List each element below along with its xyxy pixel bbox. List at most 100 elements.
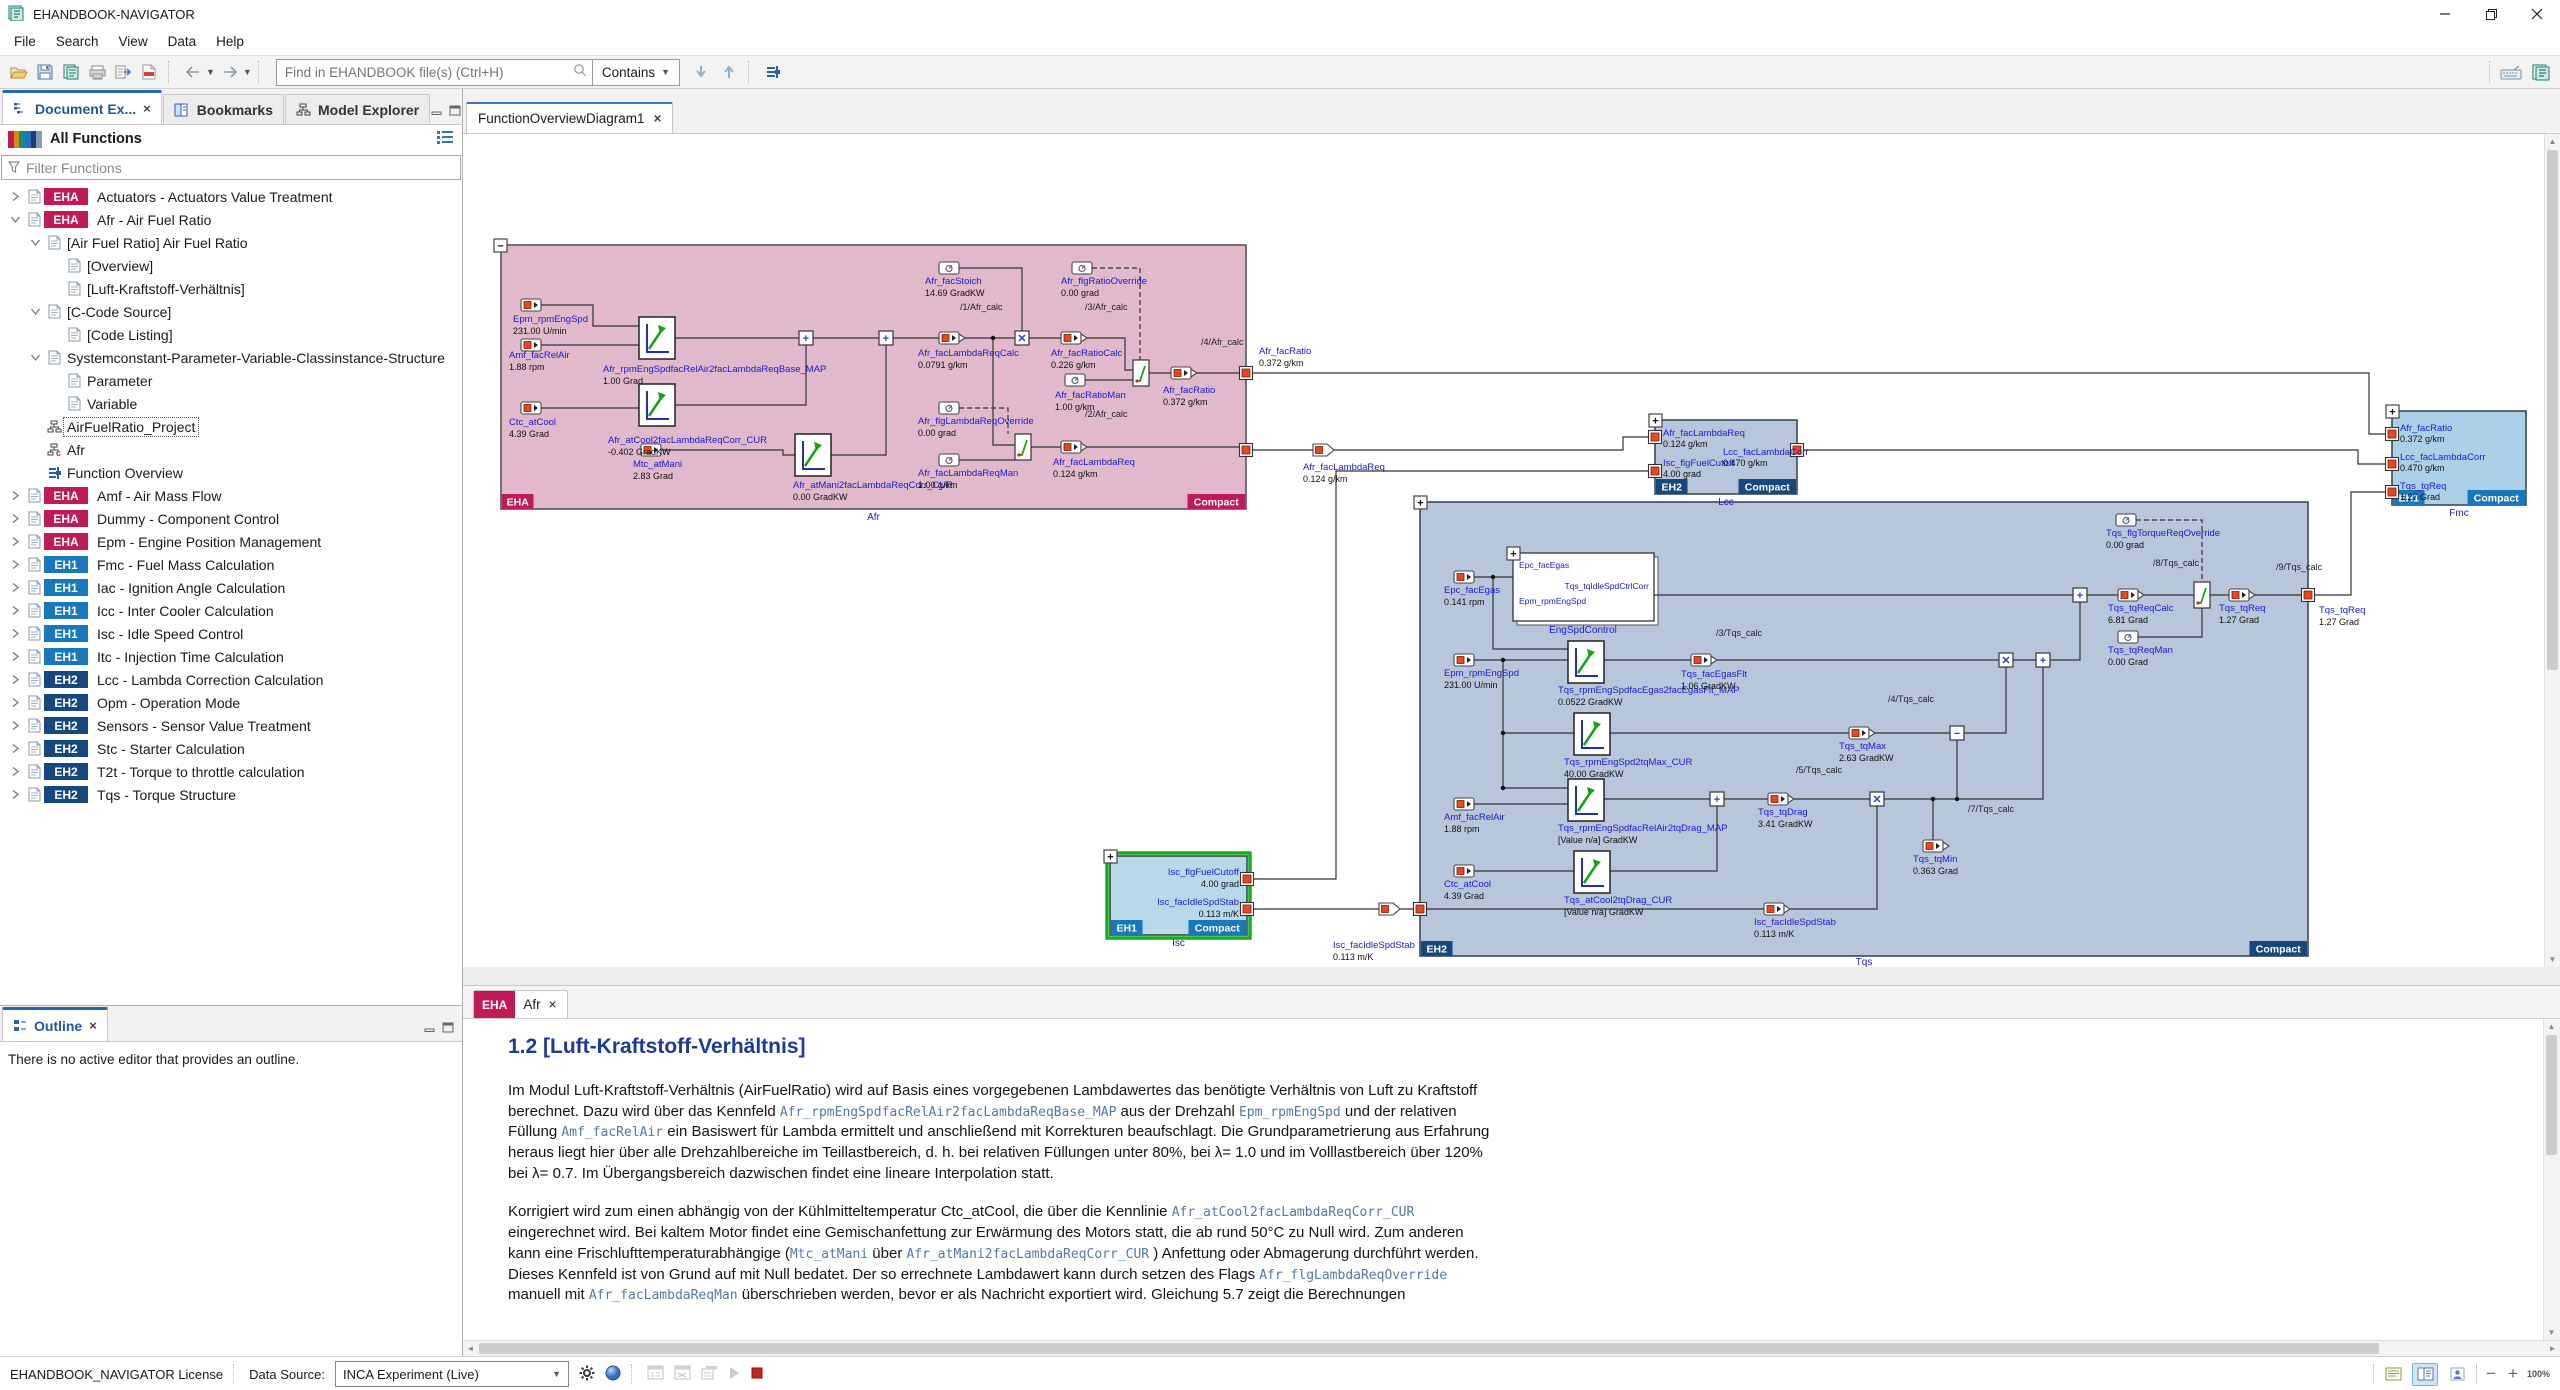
chevron-right-icon[interactable]	[6, 191, 25, 202]
block-edge-port[interactable]	[2386, 428, 2399, 441]
function-overview-icon[interactable]	[760, 59, 786, 85]
code-reference[interactable]: Afr_atCool2facLambdaReqCorr_CUR	[1172, 1205, 1415, 1220]
map-block-icon[interactable]	[1568, 641, 1604, 683]
constant-icon[interactable]	[1072, 262, 1092, 274]
tree-item[interactable]: EHAAfr - Air Fuel Ratio	[0, 208, 462, 231]
scroll-up-icon[interactable]: ▲	[2544, 1019, 2559, 1034]
scroll-down-icon[interactable]: ▼	[2544, 1325, 2559, 1340]
block-edge-port[interactable]	[2386, 486, 2399, 499]
chevron-right-icon[interactable]	[6, 720, 25, 731]
gear-icon[interactable]	[579, 1365, 595, 1384]
operator-subtract-icon[interactable]: −	[1950, 726, 1964, 740]
tree-item[interactable]: [C-Code Source]	[0, 300, 462, 323]
tab-model-explorer[interactable]: Model Explorer	[285, 94, 430, 124]
expand-icon[interactable]: +	[1507, 547, 1520, 561]
tree-item[interactable]: EH1Isc - Idle Speed Control	[0, 622, 462, 645]
close-icon[interactable]: ×	[89, 1018, 97, 1033]
chevron-down-icon[interactable]	[26, 307, 45, 316]
tree-item[interactable]: EH2T2t - Torque to throttle calculation	[0, 760, 462, 783]
tree-item[interactable]: [Overview]	[0, 254, 462, 277]
code-reference[interactable]: Mtc_atMani	[790, 1247, 868, 1262]
map-block-icon[interactable]	[1574, 851, 1610, 893]
person-view-button[interactable]	[2444, 1363, 2470, 1386]
chevron-down-icon[interactable]	[26, 353, 45, 362]
input-port-icon[interactable]	[1454, 571, 1474, 583]
chevron-right-icon[interactable]	[6, 766, 25, 777]
operator-add-icon[interactable]: +	[1710, 792, 1724, 806]
zoom-level[interactable]: 100%	[2527, 1370, 2550, 1378]
down-arrow-icon[interactable]	[688, 59, 714, 85]
tree-item[interactable]: Parameter	[0, 369, 462, 392]
input-port-icon[interactable]	[1454, 654, 1474, 666]
document-vertical-scrollbar[interactable]: ▲ ▼	[2543, 1019, 2560, 1340]
switch-block-icon[interactable]	[1133, 360, 1149, 386]
operator-multiply-icon[interactable]: ✕	[1015, 331, 1029, 345]
back-history-caret[interactable]: ▼	[206, 67, 215, 77]
input-port-icon[interactable]	[1454, 798, 1474, 810]
code-reference[interactable]: Afr_flgLambdaReqOverride	[1259, 1268, 1447, 1283]
tree-item[interactable]: EH1Icc - Inter Cooler Calculation	[0, 599, 462, 622]
input-port-icon[interactable]	[1454, 865, 1474, 877]
operator-multiply-icon[interactable]: ✕	[1870, 792, 1884, 806]
tab-bookmarks[interactable]: Bookmarks	[163, 94, 284, 124]
map-block-icon[interactable]	[639, 317, 675, 359]
block-edge-port[interactable]	[1240, 367, 1253, 380]
constant-icon[interactable]	[2118, 631, 2138, 643]
tree-item[interactable]: EH2Tqs - Torque Structure	[0, 783, 462, 806]
tree-item[interactable]: EH2Lcc - Lambda Correction Calculation	[0, 668, 462, 691]
code-reference[interactable]: Epm_rpmEngSpd	[1239, 1105, 1341, 1120]
view-menu-icon[interactable]	[436, 130, 454, 148]
constant-icon[interactable]	[939, 262, 959, 274]
tree-item[interactable]: EH2Sensors - Sensor Value Treatment	[0, 714, 462, 737]
map-block-icon[interactable]	[795, 434, 831, 476]
pdf-export-icon[interactable]	[136, 59, 162, 85]
experiment-window-icon[interactable]	[701, 1365, 718, 1383]
tree-item[interactable]: EH2Opm - Operation Mode	[0, 691, 462, 714]
block-edge-port[interactable]	[2386, 458, 2399, 471]
code-reference[interactable]: Afr_facLambdaReqMan	[589, 1288, 738, 1303]
data-source-dropdown[interactable]: INCA Experiment (Live) ▼	[335, 1361, 569, 1387]
zoom-out-button[interactable]: −	[2483, 1364, 2499, 1384]
switch-block-icon[interactable]	[2194, 582, 2210, 608]
switch-block-icon[interactable]	[1015, 434, 1031, 460]
tree-item[interactable]: Variable	[0, 392, 462, 415]
forward-history-caret[interactable]: ▼	[243, 67, 252, 77]
tree-item[interactable]: EHAActuators - Actuators Value Treatment	[0, 185, 462, 208]
save-icon[interactable]	[32, 59, 58, 85]
globe-icon[interactable]	[605, 1365, 621, 1384]
input-port-icon[interactable]	[521, 402, 541, 414]
tab-outline[interactable]: Outline ×	[2, 1007, 108, 1041]
operator-add-icon[interactable]: +	[2036, 653, 2050, 667]
expand-icon[interactable]: +	[2386, 405, 2399, 419]
wire-port-icon[interactable]	[1379, 903, 1400, 915]
code-reference[interactable]: Amf_facRelAir	[561, 1125, 663, 1140]
operator-multiply-icon[interactable]: ✕	[1999, 653, 2013, 667]
tree-item[interactable]: EHADummy - Component Control	[0, 507, 462, 530]
menu-help[interactable]: Help	[206, 31, 254, 52]
tab-afr-document[interactable]: EHA Afr ×	[473, 990, 568, 1018]
code-reference[interactable]: Afr_rpmEngSpdfacRelAir2facLambdaReqBase_…	[780, 1105, 1117, 1120]
chevron-right-icon[interactable]	[6, 513, 25, 524]
book-view-button[interactable]	[2412, 1363, 2438, 1386]
tree-item[interactable]: EH1Iac - Ignition Angle Calculation	[0, 576, 462, 599]
collapse-icon[interactable]: −	[494, 239, 507, 253]
input-port-icon[interactable]	[521, 299, 541, 311]
match-mode-dropdown[interactable]: Contains ▼	[592, 60, 679, 85]
tree-item[interactable]: cAfr	[0, 438, 462, 461]
operator-add-icon[interactable]: +	[879, 331, 893, 345]
chevron-right-icon[interactable]	[6, 789, 25, 800]
tree-item[interactable]: EH1Itc - Injection Time Calculation	[0, 645, 462, 668]
document-horizontal-scrollbar[interactable]: ◄ ►	[463, 1340, 2560, 1356]
chevron-down-icon[interactable]	[26, 238, 45, 247]
open-book-icon[interactable]	[58, 59, 84, 85]
search-icon[interactable]	[568, 63, 592, 82]
tree-item[interactable]: EH1Fmc - Fuel Mass Calculation	[0, 553, 462, 576]
wire-port-icon[interactable]	[1313, 444, 1334, 456]
operator-add-icon[interactable]: +	[799, 331, 813, 345]
up-arrow-icon[interactable]	[716, 59, 742, 85]
open-folder-icon[interactable]	[6, 59, 32, 85]
map-block-icon[interactable]	[1568, 779, 1604, 821]
scroll-left-icon[interactable]: ◄	[463, 1341, 478, 1356]
filter-functions-input[interactable]: Filter Functions	[1, 155, 461, 180]
block-edge-port[interactable]	[1649, 431, 1662, 444]
